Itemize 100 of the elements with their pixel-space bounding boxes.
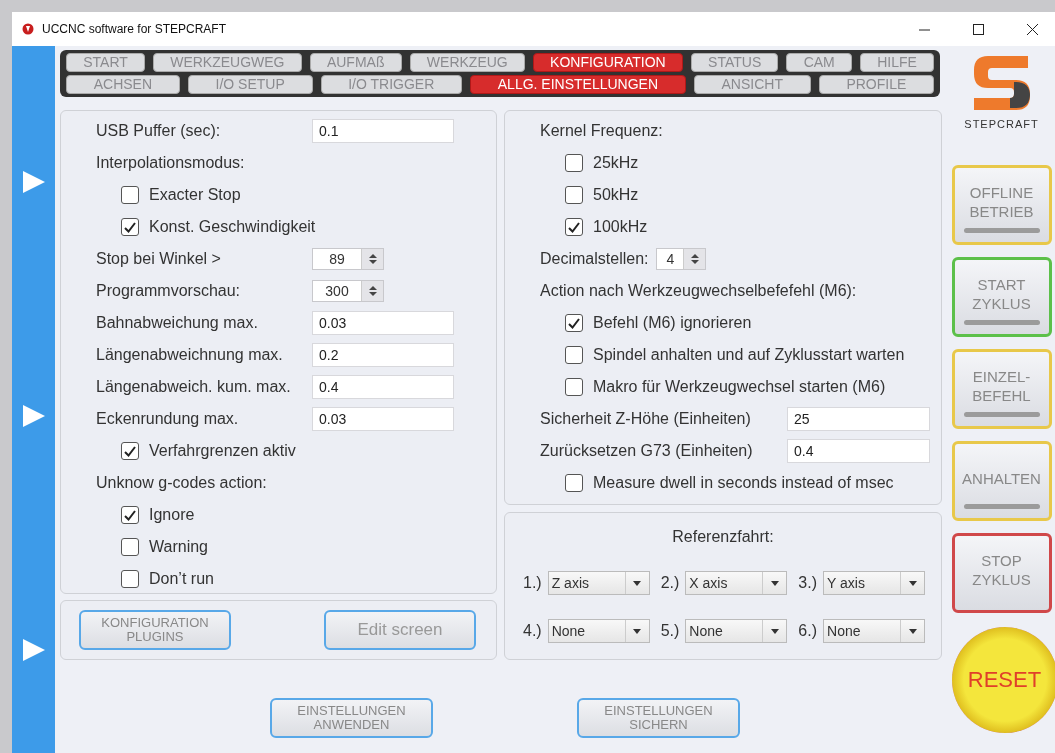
- tab[interactable]: WERKZEUGWEG: [153, 53, 302, 72]
- input-field[interactable]: 0.2: [312, 343, 454, 367]
- machine-button[interactable]: EINZEL- BEFEHL: [951, 348, 1052, 429]
- setting-label: Bahnabweichung max.: [96, 313, 259, 333]
- arrow-icon[interactable]: [22, 405, 45, 427]
- slot-number: 6.): [798, 621, 817, 641]
- dropdown-caret-icon[interactable]: [633, 580, 642, 586]
- dropdown-caret-icon[interactable]: [770, 628, 779, 634]
- settings-button[interactable]: EINSTELLUNGEN ANWENDEN: [270, 698, 433, 738]
- dropdown-caret-icon[interactable]: [908, 580, 917, 586]
- dropdown-caret-icon[interactable]: [633, 628, 642, 634]
- window-title: UCCNC software for STEPCRAFT: [42, 21, 227, 38]
- input-field[interactable]: 25: [787, 407, 930, 431]
- setting-label: Action nach Werkzeugwechselbefefehl (M6):: [540, 281, 857, 301]
- slot-number: 1.): [523, 573, 542, 593]
- machine-button[interactable]: START ZYKLUS: [951, 256, 1052, 337]
- tab[interactable]: HILFE: [859, 53, 934, 72]
- checkbox-label: Ignore: [149, 505, 195, 525]
- input-field[interactable]: 0.4: [312, 375, 454, 399]
- setting-label: USB Puffer (sec):: [96, 121, 222, 141]
- machine-button[interactable]: ANHALTEN: [951, 440, 1052, 521]
- reset-button[interactable]: RESET: [951, 626, 1055, 733]
- checkbox-label: 25kHz: [593, 153, 639, 173]
- checkbox-label: 50kHz: [593, 185, 639, 205]
- tab[interactable]: ANSICHT: [693, 75, 811, 94]
- checkbox[interactable]: [121, 570, 139, 588]
- logo-icon: [973, 56, 1030, 110]
- spinner-field[interactable]: 4: [656, 248, 707, 270]
- checkbox-label: Warning: [149, 537, 208, 557]
- spinner-arrows-icon[interactable]: [368, 253, 377, 265]
- axis-dropdown[interactable]: X axis: [685, 571, 788, 595]
- dropdown-caret-icon[interactable]: [908, 628, 917, 634]
- input-field[interactable]: 0.03: [312, 407, 454, 431]
- spinner-arrows-icon[interactable]: [691, 253, 699, 265]
- axis-dropdown[interactable]: None: [823, 619, 925, 643]
- checkbox-label: Konst. Geschwindigkeit: [149, 217, 316, 237]
- tab[interactable]: STATUS: [690, 53, 779, 72]
- settings-button[interactable]: EINSTELLUNGEN SICHERN: [577, 698, 740, 738]
- tab[interactable]: START: [66, 53, 145, 72]
- axis-dropdown[interactable]: None: [685, 619, 788, 643]
- slot-number: 4.): [523, 621, 542, 641]
- tab[interactable]: KONFIGURATION: [532, 53, 683, 72]
- checkbox[interactable]: [121, 538, 139, 556]
- checkbox[interactable]: [565, 474, 583, 492]
- tab[interactable]: I/O SETUP: [187, 75, 313, 94]
- input-field[interactable]: 0.4: [787, 439, 930, 463]
- edit-screen-button[interactable]: Edit screen: [324, 610, 476, 650]
- spinner-field[interactable]: 300: [312, 280, 384, 302]
- app-logo-icon: [22, 23, 34, 35]
- tab[interactable]: CAM: [786, 53, 852, 72]
- setting-label: Zurücksetzen G73 (Einheiten): [540, 441, 754, 461]
- close-icon[interactable]: [1026, 23, 1038, 35]
- logo-text: STEPCRAFT: [964, 117, 1039, 132]
- checkbox-label: Befehl (M6) ignorieren: [593, 313, 752, 333]
- checkbox[interactable]: [565, 186, 583, 204]
- setting-label: Unknow g-codes action:: [96, 473, 267, 493]
- setting-label: Längenabweich. kum. max.: [96, 377, 292, 397]
- checkbox[interactable]: [121, 442, 139, 460]
- axis-dropdown[interactable]: None: [547, 619, 650, 643]
- tab[interactable]: PROFILE: [818, 75, 935, 94]
- checkbox-label: Measure dwell in seconds instead of msec: [593, 473, 894, 493]
- maximize-icon[interactable]: [972, 23, 984, 35]
- checkbox[interactable]: [565, 346, 583, 364]
- checkbox-label: Makro für Werkzeugwechsel starten (M6): [593, 377, 886, 397]
- checkbox[interactable]: [565, 154, 583, 172]
- slot-number: 3.): [798, 573, 817, 593]
- machine-button[interactable]: STOP ZYKLUS: [951, 532, 1052, 613]
- tab[interactable]: ACHSEN: [66, 75, 180, 94]
- checkbox-label: Don’t run: [149, 569, 214, 589]
- tab[interactable]: I/O TRIGGER: [320, 75, 463, 94]
- arrow-icon[interactable]: [22, 171, 45, 193]
- checkbox[interactable]: [565, 378, 583, 396]
- setting-label: Sicherheit Z-Höhe (Einheiten): [540, 409, 752, 429]
- checkbox-label: Exacter Stop: [149, 185, 241, 205]
- spinner-field[interactable]: 89: [312, 248, 384, 270]
- input-field[interactable]: 0.03: [312, 311, 454, 335]
- checkbox-label: Spindel anhalten und auf Zyklusstart warten: [593, 345, 905, 365]
- checkbox[interactable]: [121, 186, 139, 204]
- checkbox[interactable]: [121, 506, 139, 524]
- checkbox[interactable]: [565, 218, 583, 236]
- spinner-arrows-icon[interactable]: [368, 285, 377, 297]
- setting-label: Eckenrundung max.: [96, 409, 240, 429]
- input-field[interactable]: 0.1: [312, 119, 454, 143]
- section-title: Referenzfahrt:: [671, 527, 775, 547]
- tab[interactable]: ALLG. EINSTELLUNGEN: [470, 75, 686, 94]
- machine-button[interactable]: OFFLINE BETRIEB: [951, 164, 1052, 245]
- dropdown-caret-icon[interactable]: [770, 580, 779, 586]
- checkbox[interactable]: [565, 314, 583, 332]
- checkbox[interactable]: [121, 218, 139, 236]
- arrow-icon[interactable]: [22, 639, 45, 661]
- checkbox-label: 100kHz: [593, 217, 648, 237]
- checkbox-label: Verfahrgrenzen aktiv: [149, 441, 296, 461]
- slot-number: 2.): [660, 573, 680, 593]
- axis-dropdown[interactable]: Y axis: [823, 571, 925, 595]
- axis-dropdown[interactable]: Z axis: [547, 571, 650, 595]
- tab[interactable]: AUFMAß: [309, 53, 402, 72]
- tab[interactable]: WERKZEUG: [409, 53, 525, 72]
- setting-label: Kernel Frequenz:: [540, 121, 663, 141]
- plugins-button[interactable]: KONFIGURATION PLUGINS: [79, 610, 231, 650]
- slot-number: 5.): [660, 621, 680, 641]
